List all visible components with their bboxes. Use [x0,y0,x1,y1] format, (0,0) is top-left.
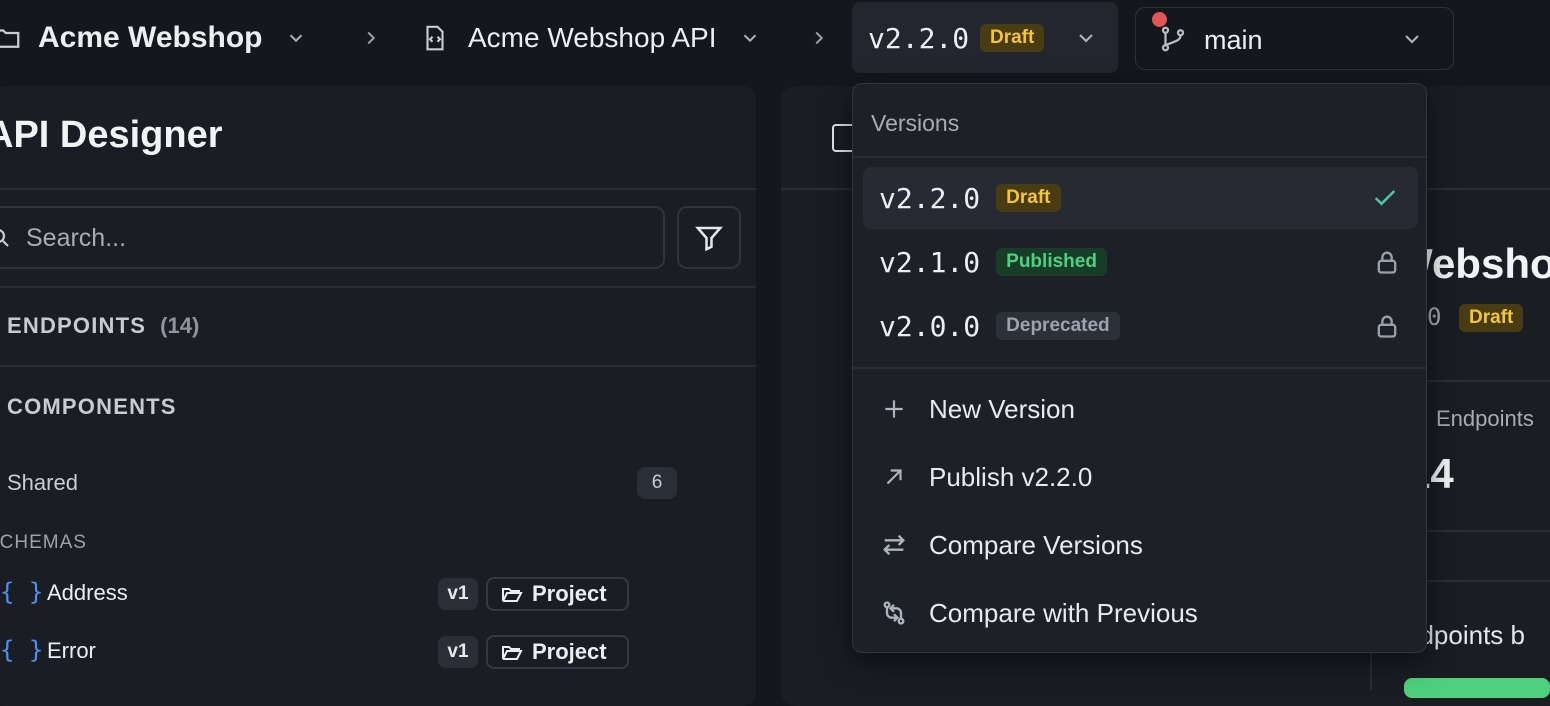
breadcrumb-separator-icon [815,31,824,45]
arrows-left-right-icon [879,530,909,560]
schema-row[interactable]: { } Address v1 Project [0,574,700,614]
primary-action-button[interactable] [1404,678,1550,698]
endpoints-section-heading: ndpoints b [1427,620,1525,650]
folder-open-icon [502,646,523,660]
version-option-name: v2.0.0 [879,309,981,343]
dropdown-header: Versions [871,110,960,136]
shared-count-badge: 6 [637,467,677,499]
code-file-icon [426,25,444,51]
compare-with-previous-button[interactable]: Compare with Previous [879,593,1198,633]
publish-version-button[interactable]: Publish v2.2.0 [879,457,1092,497]
search-input[interactable]: Search... [0,206,665,269]
divider [853,156,1426,158]
version-option-v2.1.0[interactable]: v2.1.0 Published [863,231,1418,293]
schemas-label: SCHEMAS [0,532,87,553]
api-overview-title: Acme Webshop [1427,240,1550,287]
git-compare-icon [879,598,909,628]
current-version: v2.2.0 [868,22,970,55]
endpoints-stat-value: 14 [1427,450,1454,497]
schema-scope-tag[interactable]: Project [486,577,629,611]
action-label: New Version [929,393,1075,424]
schema-scope-label: Project [532,581,607,606]
git-branch-icon [1161,26,1185,52]
schema-name: Address [47,580,128,605]
version-option-name: v2.1.0 [879,245,981,279]
lock-icon [1377,315,1397,338]
branch-change-indicator [1152,12,1167,27]
components-section-header[interactable]: COMPONENTS [7,394,177,420]
schema-braces-icon: { } [0,636,44,664]
version-option-status: Deprecated [996,312,1120,340]
version-selector-button[interactable]: v2.2.0 Draft [852,2,1118,73]
check-icon [1374,190,1396,206]
version-dropdown-menu: Versions v2.2.0 Draft v2.1.0 Published v… [852,83,1427,653]
api-name: Acme Webshop API [468,22,717,53]
endpoints-section-header[interactable]: ENDPOINTS (14) [7,313,199,339]
breadcrumb-workspace[interactable]: Acme Webshop [0,18,307,58]
lock-icon [1377,251,1397,274]
overview-status-badge: Draft [1459,304,1524,332]
compare-versions-button[interactable]: Compare Versions [879,525,1143,565]
version-status-badge: Draft [980,24,1045,52]
action-label: Compare with Previous [929,597,1198,628]
branch-name: main [1204,25,1263,55]
page-title: API Designer [0,114,223,156]
branch-selector[interactable]: main [1135,7,1454,70]
shared-group-label[interactable]: Shared [7,470,78,496]
chevron-down-icon [1079,34,1093,43]
version-option-status: Published [996,248,1107,276]
version-option-name: v2.2.0 [879,181,981,215]
schema-braces-icon: { } [0,578,44,606]
divider [0,286,756,288]
endpoints-stat-label: Endpoints [1436,406,1534,431]
breadcrumb-api[interactable]: Acme Webshop API [420,18,761,58]
schema-version-tag: v1 [438,578,478,610]
folder-icon [0,29,20,48]
search-icon [0,229,9,247]
arrow-up-right-icon [879,462,909,492]
plus-icon [879,394,909,424]
overview-version-fragment: 0 [1427,303,1442,331]
schema-version-tag: v1 [438,636,478,668]
filter-icon [694,226,724,252]
schema-scope-tag[interactable]: Project [486,635,629,669]
top-bar: Acme Webshop Acme Webshop API v2.2.0 Dra… [0,0,1550,78]
schema-scope-label: Project [532,639,607,664]
action-label: Publish v2.2.0 [929,461,1093,492]
version-option-status: Draft [996,184,1061,212]
schema-name: Error [47,638,96,663]
workspace-name: Acme Webshop [38,21,263,54]
endpoints-count: (14) [160,313,200,338]
endpoints-label: ENDPOINTS [7,313,147,338]
filter-button[interactable] [677,206,741,269]
version-option-v2.2.0[interactable]: v2.2.0 Draft [863,167,1418,229]
version-option-v2.0.0[interactable]: v2.0.0 Deprecated [863,295,1418,357]
schema-row[interactable]: { } Error v1 Project [0,632,700,672]
divider [853,367,1426,369]
action-label: Compare Versions [929,529,1143,560]
chevron-down-icon [289,34,302,43]
folder-open-icon [502,588,523,602]
chevron-down-icon [1405,35,1419,44]
new-version-button[interactable]: New Version [879,389,1075,429]
divider [0,188,756,190]
breadcrumb-separator-icon [367,31,376,45]
chevron-down-icon [743,34,756,43]
divider [0,365,756,367]
search-placeholder: Search... [26,224,127,252]
